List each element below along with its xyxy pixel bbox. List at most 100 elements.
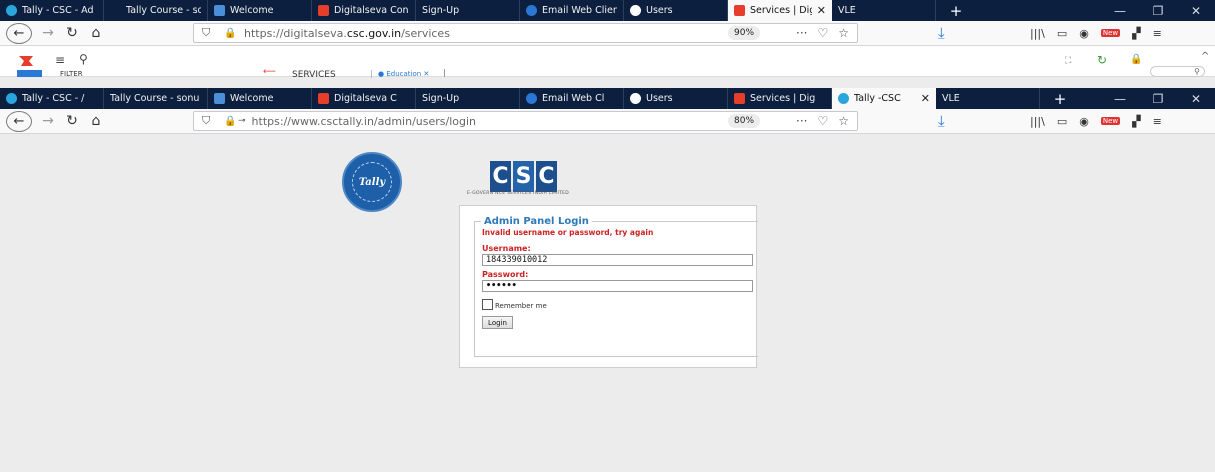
permissions-icon[interactable]: ⊸ xyxy=(238,116,246,126)
outer-nav-bar: ← → ↻ ⌂ ⛉ 🔒 https://digitalseva.csc.gov.… xyxy=(0,21,1215,46)
inner-extensions-icon[interactable]: ▞ xyxy=(1132,115,1140,128)
inner-tab[interactable]: Users xyxy=(624,88,728,109)
inner-menu-icon[interactable]: ≡ xyxy=(1153,115,1162,128)
bookmark-star-icon[interactable]: ☆ xyxy=(838,26,849,40)
inner-url-bar[interactable]: ⛉ 🔒 ⊸ https://www.csctally.in/admin/user… xyxy=(193,111,858,131)
csc-subtitle: E-GOVERN NCE SERVICES INDIA LIMITED xyxy=(467,191,570,196)
home-button[interactable]: ⌂ xyxy=(84,22,108,44)
inner-new-tab-button[interactable]: + xyxy=(1040,88,1080,109)
inner-restore-icon[interactable]: ❐ xyxy=(1139,88,1177,109)
login-button[interactable]: Login xyxy=(482,316,513,329)
inner-library-icon[interactable]: |||\ xyxy=(1030,115,1045,128)
filter-label[interactable]: FILTER xyxy=(60,70,83,78)
close-tab-icon[interactable]: ✕ xyxy=(921,92,930,105)
zoom-level[interactable]: 90% xyxy=(728,26,761,40)
outer-tab-label: Welcome xyxy=(230,5,274,16)
account-icon[interactable]: ◉ xyxy=(1079,27,1089,40)
forward-button[interactable]: → xyxy=(36,22,60,44)
pocket-icon[interactable]: ♡ xyxy=(817,26,828,40)
inner-reload-button[interactable]: ↻ xyxy=(60,110,84,132)
outer-tab[interactable]: Digitalseva Con xyxy=(312,0,416,21)
outer-tab[interactable]: Services | Dig ✕ xyxy=(728,0,832,21)
download-icon[interactable]: ⤓ xyxy=(938,24,945,42)
outer-tab[interactable]: Email Web Clien xyxy=(520,0,624,21)
search-box[interactable]: ⚲ xyxy=(1150,66,1205,77)
inner-tab[interactable]: Tally Course - sonu xyxy=(104,88,208,109)
inner-tab[interactable]: VLE xyxy=(936,88,1040,109)
inner-tracking-shield-icon[interactable]: ⛉ xyxy=(202,114,216,128)
apps-icon[interactable] xyxy=(17,70,42,77)
inner-sidebar-icon[interactable]: ▭ xyxy=(1057,115,1067,128)
inner-tab-label: Welcome xyxy=(230,93,274,104)
inner-tab-bar: Tally - CSC - / Tally Course - sonu Welcom… xyxy=(0,88,1215,109)
search-icon[interactable]: ⚲ xyxy=(79,52,88,66)
inner-tab[interactable]: Sign-Up xyxy=(416,88,520,109)
inner-home-button[interactable]: ⌂ xyxy=(84,110,108,132)
page-actions-icon[interactable]: ··· xyxy=(796,26,807,40)
inner-account-icon[interactable]: ◉ xyxy=(1079,115,1089,128)
outer-tab[interactable]: Welcome xyxy=(208,0,312,21)
inner-close-window-icon[interactable]: ✕ xyxy=(1177,88,1215,109)
new-tab-button[interactable]: + xyxy=(936,0,976,21)
menu-icon[interactable]: ≡ xyxy=(1153,27,1162,40)
username-label: Username: xyxy=(482,244,531,253)
inner-tab[interactable]: Welcome xyxy=(208,88,312,109)
inner-forward-button[interactable]: → xyxy=(36,110,60,132)
reload-button[interactable]: ↻ xyxy=(60,22,84,44)
outer-tab[interactable]: VLE xyxy=(832,0,936,21)
remember-checkbox[interactable] xyxy=(482,298,493,310)
inner-tab-label: Tally Course - sonu xyxy=(110,93,200,104)
hamburger-icon[interactable]: ≡ xyxy=(55,53,65,67)
back-button[interactable]: ← xyxy=(6,22,32,44)
inner-download-icon[interactable]: ⤓ xyxy=(938,112,945,130)
outer-tab-label: Email Web Clien xyxy=(542,5,617,16)
inner-zoom-level[interactable]: 80% xyxy=(728,114,761,128)
inner-minimize-icon[interactable]: — xyxy=(1101,88,1139,109)
email-icon xyxy=(526,93,537,104)
library-icon[interactable]: |||\ xyxy=(1030,27,1045,40)
outer-url-bar[interactable]: ⛉ 🔒 https://digitalseva.csc.gov.in/servi… xyxy=(193,23,858,43)
outer-tab[interactable]: Tally Course - sonu xyxy=(104,0,208,21)
inner-tab[interactable]: Tally -CSC ✕ xyxy=(832,88,936,109)
lock-icon[interactable]: 🔒 xyxy=(224,28,236,39)
minimize-icon[interactable]: — xyxy=(1101,0,1139,21)
restore-icon[interactable]: ❐ xyxy=(1139,0,1177,21)
back-arrow-icon[interactable]: ⟵ xyxy=(263,67,276,77)
inner-page-actions-icon[interactable]: ··· xyxy=(796,114,807,128)
inner-new-badge[interactable]: New xyxy=(1100,117,1121,125)
outer-tab[interactable]: Users xyxy=(624,0,728,21)
close-tab-icon[interactable]: ✕ xyxy=(817,4,826,17)
education-tab[interactable]: ● Education ✕ xyxy=(371,70,435,78)
tally-logo-text: Tally xyxy=(358,177,386,188)
tally-institute-logo: Tally xyxy=(342,152,402,212)
users-icon xyxy=(630,5,641,16)
inner-tab[interactable]: Digitalseva C xyxy=(312,88,416,109)
expand-icon[interactable]: ⛶ xyxy=(1065,56,1071,66)
close-window-icon[interactable]: ✕ xyxy=(1177,0,1215,21)
outer-tab[interactable]: Sign-Up xyxy=(416,0,520,21)
tracking-shield-icon[interactable]: ⛉ xyxy=(202,26,216,40)
outer-tab[interactable]: Tally - CSC - Ad xyxy=(0,0,104,21)
inner-pocket-icon[interactable]: ♡ xyxy=(817,114,828,128)
password-field[interactable]: •••••• xyxy=(482,280,753,292)
sidebar-icon[interactable]: ▭ xyxy=(1057,27,1067,40)
inner-lock-icon[interactable]: 🔒 xyxy=(224,116,236,127)
inner-tab-label: Sign-Up xyxy=(422,93,460,104)
refresh-icon[interactable]: ↻ xyxy=(1097,53,1107,67)
inner-back-button[interactable]: ← xyxy=(6,110,32,132)
extensions-icon[interactable]: ▞ xyxy=(1132,27,1140,40)
lock-icon[interactable]: 🔒 xyxy=(1130,54,1142,65)
new-badge[interactable]: New xyxy=(1100,29,1121,37)
digitalseva-icon xyxy=(318,5,329,16)
tally-icon xyxy=(6,5,17,16)
login-legend: Admin Panel Login xyxy=(484,216,589,227)
remember-row: Remember me xyxy=(482,298,758,310)
inner-bookmark-star-icon[interactable]: ☆ xyxy=(838,114,849,128)
username-field[interactable]: 184339010012 xyxy=(482,254,753,266)
digitalseva-icon xyxy=(734,93,745,104)
outer-tab-label: Sign-Up xyxy=(422,5,460,16)
inner-tab[interactable]: Email Web Cl xyxy=(520,88,624,109)
inner-tab[interactable]: Services | Dig xyxy=(728,88,832,109)
scroll-up-icon[interactable]: ^ xyxy=(1201,51,1209,62)
inner-tab[interactable]: Tally - CSC - / xyxy=(0,88,104,109)
